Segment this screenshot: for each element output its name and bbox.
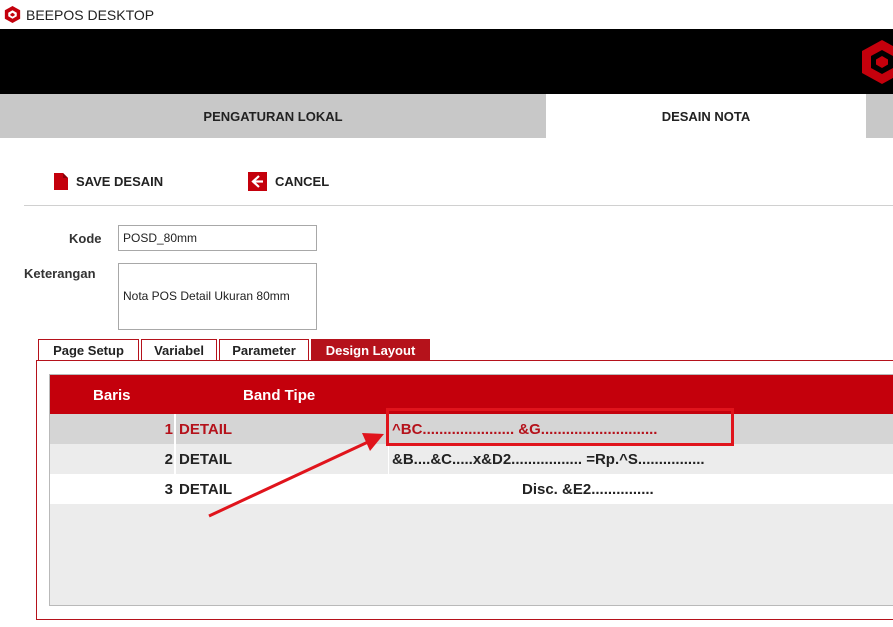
tab-parameter[interactable]: Parameter	[219, 339, 309, 361]
back-arrow-icon	[248, 171, 267, 191]
kode-input[interactable]	[118, 225, 317, 251]
row-band-tipe: DETAIL	[179, 421, 233, 438]
row-baris: 1	[164, 421, 173, 438]
keterangan-input[interactable]: Nota POS Detail Ukuran 80mm	[118, 263, 317, 330]
kode-label: Kode	[69, 231, 102, 246]
beepos-logo-icon	[4, 6, 21, 23]
cancel-label: CANCEL	[275, 173, 330, 189]
cell-separator	[388, 444, 389, 474]
row-baris: 3	[164, 481, 173, 498]
keterangan-label: Keterangan	[24, 266, 96, 281]
tab-pengaturan-lokal[interactable]: PENGATURAN LOKAL	[0, 94, 546, 138]
cell-separator	[174, 414, 176, 444]
cell-separator	[174, 474, 176, 504]
main-tab-bar: PENGATURAN LOKAL DESAIN NOTA	[0, 94, 893, 138]
row-baris: 2	[164, 451, 173, 468]
brand-logo-icon	[862, 40, 893, 84]
document-icon	[54, 172, 68, 190]
annotation-highlight-box	[386, 408, 734, 446]
column-header-band-tipe[interactable]: Band Tipe	[243, 387, 315, 404]
tab-variabel[interactable]: Variabel	[141, 339, 217, 361]
tab-design-layout[interactable]: Design Layout	[311, 339, 430, 361]
cell-separator	[174, 444, 176, 474]
save-desain-button[interactable]: SAVE DESAIN	[54, 170, 163, 192]
row-layout: Disc. &E2...............	[522, 481, 654, 498]
header-banner	[0, 29, 893, 94]
toolbar-divider	[24, 205, 893, 206]
cancel-button[interactable]: CANCEL	[248, 170, 329, 192]
column-header-baris[interactable]: Baris	[93, 387, 131, 404]
row-band-tipe: DETAIL	[179, 481, 233, 498]
row-band-tipe: DETAIL	[179, 451, 233, 468]
cell-separator	[388, 474, 389, 504]
table-row[interactable]: 2 DETAIL &B....&C.....x&D2..............…	[50, 444, 893, 474]
save-desain-label: SAVE DESAIN	[76, 173, 164, 189]
title-bar: BEEPOS DESKTOP	[0, 0, 893, 29]
tab-desain-nota[interactable]: DESAIN NOTA	[546, 94, 866, 138]
app-title: BEEPOS DESKTOP	[26, 7, 155, 23]
table-row[interactable]: 3 DETAIL Disc. &E2...............	[50, 474, 893, 504]
row-layout: &B....&C.....x&D2................. =Rp.^…	[392, 451, 705, 468]
tab-page-setup[interactable]: Page Setup	[38, 339, 139, 361]
